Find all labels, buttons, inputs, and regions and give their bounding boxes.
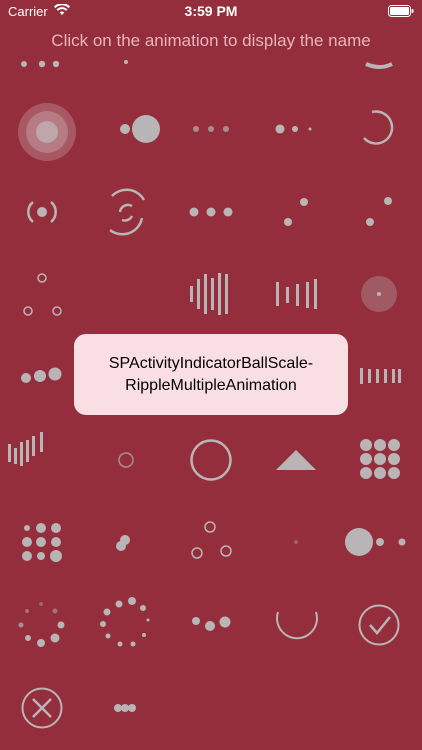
animation-cross-circle[interactable] bbox=[0, 666, 84, 750]
animation-ball-triangle-path[interactable] bbox=[170, 500, 254, 584]
animation-ball-pulse-horizontal[interactable] bbox=[84, 666, 168, 750]
animation-ball-pulse-small[interactable] bbox=[170, 88, 254, 172]
tooltip-line-1: SPActivityIndicatorBallScale- bbox=[108, 354, 314, 372]
animation-ball-scale-ripple-multiple[interactable] bbox=[5, 88, 89, 172]
animation-line-scale-party[interactable] bbox=[0, 418, 84, 502]
animation-ball-spin-fade-dots[interactable] bbox=[84, 582, 168, 666]
animation-audio-equalizer-medium[interactable] bbox=[254, 252, 338, 336]
tooltip-line-2: RippleMultipleAnimation bbox=[125, 376, 297, 394]
animation-ball-grid-beat[interactable] bbox=[0, 500, 84, 584]
animation-circle-stroke[interactable] bbox=[170, 418, 254, 502]
animation-ball-scale-fade[interactable] bbox=[338, 252, 422, 336]
animation-ball-zig-zag-deflect[interactable] bbox=[338, 170, 422, 254]
animation-ball-scale-tiny[interactable] bbox=[254, 500, 338, 584]
animation-ball-grid-pulse[interactable] bbox=[338, 418, 422, 502]
tooltip-text: SPActivityIndicatorBallScale- RippleMult… bbox=[109, 353, 313, 397]
animation-checkmark-circle[interactable] bbox=[338, 582, 422, 666]
animation-ball-pulse-rise[interactable] bbox=[0, 334, 84, 418]
animation-ball-pulse-three[interactable] bbox=[170, 170, 254, 254]
animation-arc-spinner[interactable] bbox=[338, 88, 422, 172]
animation-ball-scale-ring-small[interactable] bbox=[84, 418, 168, 502]
animation-line-scale-pulse-out[interactable] bbox=[338, 334, 422, 418]
animation-ball-triangle-path-small[interactable] bbox=[0, 252, 84, 336]
animation-ball-spin-fade-loader[interactable] bbox=[0, 582, 84, 666]
animation-circle-arc[interactable] bbox=[254, 582, 338, 666]
animation-ball-beat-cluster[interactable] bbox=[170, 582, 254, 666]
animation-ball-scale-ripple[interactable] bbox=[0, 170, 84, 254]
animation-ball-pulse-grow[interactable] bbox=[338, 500, 422, 584]
animation-ball-rotate-arcs[interactable] bbox=[84, 170, 168, 254]
animation-ball-zig-zag[interactable] bbox=[254, 170, 338, 254]
animation-audio-equalizer-large[interactable] bbox=[170, 252, 254, 336]
animation-name-tooltip[interactable]: SPActivityIndicatorBallScale- RippleMult… bbox=[74, 334, 348, 415]
animation-triangle[interactable] bbox=[254, 418, 338, 502]
animation-ball-pulse-decreasing[interactable] bbox=[254, 88, 338, 172]
animation-ball-rotate[interactable] bbox=[84, 500, 168, 584]
